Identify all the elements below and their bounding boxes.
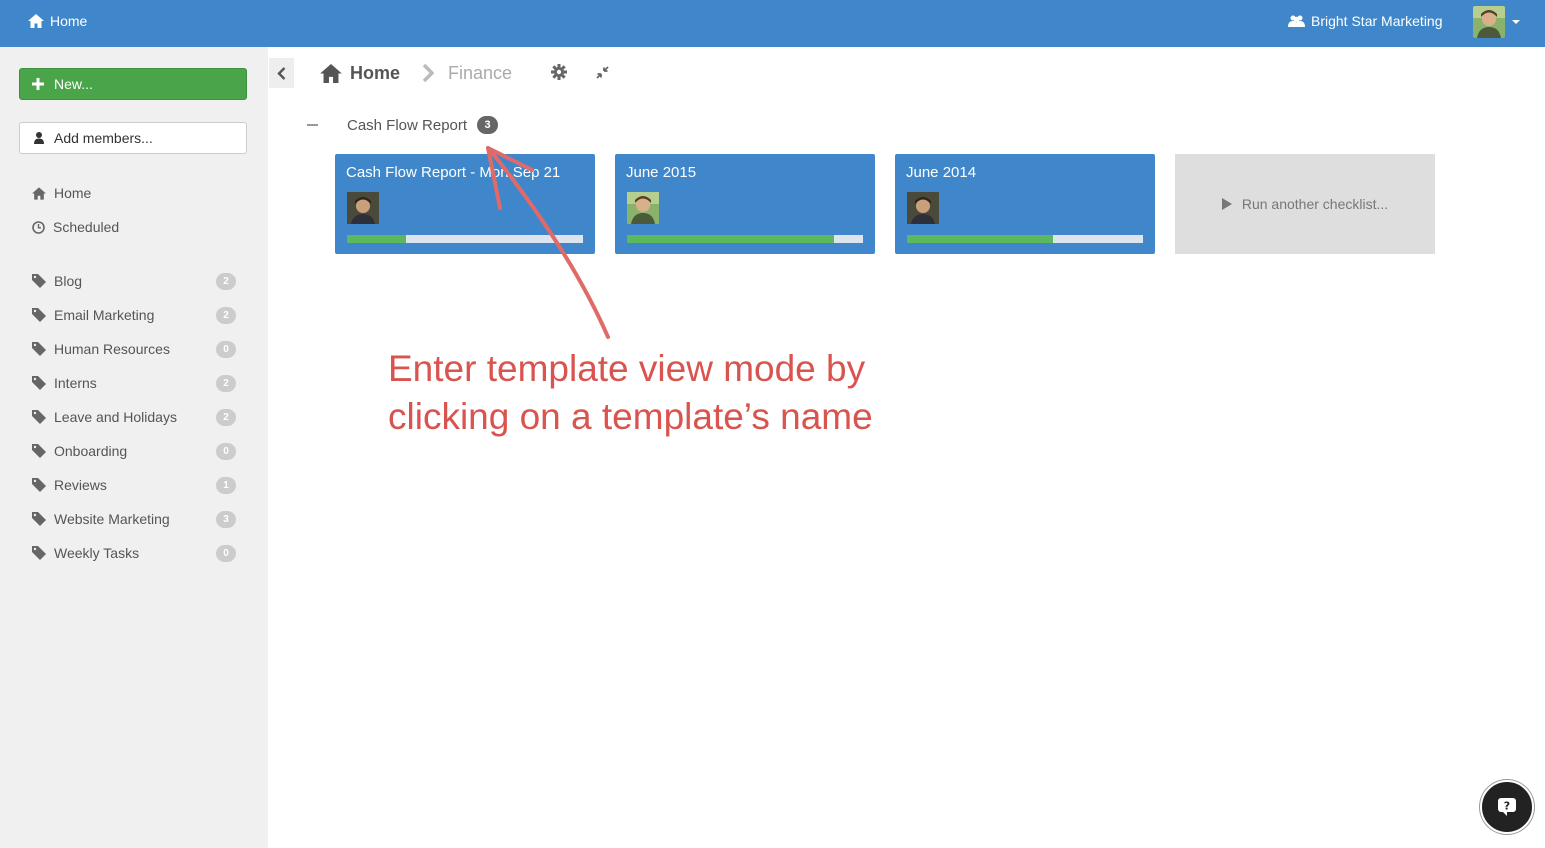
breadcrumb-home[interactable]: Home <box>320 63 400 84</box>
sidebar-tag-leave-and-holidays[interactable]: Leave and Holidays 2 <box>32 407 236 427</box>
help-icon: ? <box>1498 798 1516 816</box>
assignee-avatar <box>347 192 379 224</box>
clock-icon <box>32 220 45 234</box>
play-icon <box>1221 198 1232 210</box>
sidebar-tag-blog[interactable]: Blog 2 <box>32 271 236 291</box>
progress-bar <box>627 235 863 243</box>
run-another-checklist-button[interactable]: Run another checklist... <box>1175 154 1435 254</box>
tag-count-badge: 3 <box>216 510 236 528</box>
tag-count-badge: 2 <box>216 408 236 426</box>
plus-icon <box>32 78 44 90</box>
sidebar-tag-weekly-tasks[interactable]: Weekly Tasks 0 <box>32 543 236 563</box>
tag-icon <box>32 512 46 526</box>
sidebar-tag-email-marketing[interactable]: Email Marketing 2 <box>32 305 236 325</box>
annotation-arrow <box>486 146 610 339</box>
sidebar-item-scheduled[interactable]: Scheduled <box>32 217 236 237</box>
sidebar-tag-onboarding[interactable]: Onboarding 0 <box>32 441 236 461</box>
tag-label: Interns <box>54 375 97 391</box>
gear-icon <box>551 64 567 80</box>
compress-view-button[interactable] <box>596 66 609 84</box>
tag-label: Human Resources <box>54 341 170 357</box>
tag-icon <box>32 308 46 322</box>
add-members-button[interactable]: Add members... <box>19 122 247 154</box>
tag-icon <box>32 444 46 458</box>
collapse-sidebar-button[interactable] <box>269 58 294 88</box>
user-menu-caret-icon[interactable] <box>1512 20 1520 24</box>
users-icon <box>1288 15 1305 27</box>
topbar-home-label: Home <box>50 13 88 29</box>
user-avatar[interactable] <box>1473 6 1505 38</box>
tag-count-badge: 0 <box>216 340 236 358</box>
tag-label: Email Marketing <box>54 307 155 323</box>
annotation-line-2: clicking on a template’s name <box>388 396 873 437</box>
sidebar-tag-website-marketing[interactable]: Website Marketing 3 <box>32 509 236 529</box>
breadcrumb: Home Finance <box>320 60 512 86</box>
sidebar-tag-reviews[interactable]: Reviews 1 <box>32 475 236 495</box>
template-count-badge: 3 <box>477 116 499 134</box>
tag-count-badge: 2 <box>216 306 236 324</box>
tag-count-badge: 0 <box>216 442 236 460</box>
help-button[interactable]: ? <box>1480 780 1534 834</box>
breadcrumb-current[interactable]: Finance <box>448 63 512 84</box>
annotation-text: Enter template view mode by clicking on … <box>388 345 873 441</box>
home-icon <box>32 186 46 200</box>
tag-icon <box>32 342 46 356</box>
add-members-label: Add members... <box>54 130 153 146</box>
tag-label: Website Marketing <box>54 511 170 527</box>
sidebar-item-home[interactable]: Home <box>32 183 236 203</box>
folder-settings-button[interactable] <box>551 64 567 85</box>
tag-label: Blog <box>54 273 83 289</box>
run-another-label: Run another checklist... <box>1241 196 1389 212</box>
progress-fill <box>627 235 834 243</box>
chevron-right-icon <box>422 64 435 82</box>
sidebar-tag-human-resources[interactable]: Human Resources 0 <box>32 339 236 359</box>
tag-icon <box>32 410 46 424</box>
tag-label: Reviews <box>54 477 107 493</box>
org-switcher[interactable]: Bright Star Marketing <box>1288 13 1443 29</box>
chevron-left-icon <box>277 66 286 80</box>
tag-count-badge: 0 <box>216 544 236 562</box>
tag-count-badge: 2 <box>216 374 236 392</box>
checklist-title[interactable]: June 2014 <box>906 164 976 181</box>
tag-icon <box>32 546 46 560</box>
topbar-home-link[interactable]: Home <box>28 13 87 29</box>
home-icon <box>28 14 44 28</box>
compress-icon <box>596 66 609 79</box>
tag-icon <box>32 478 46 492</box>
new-button[interactable]: New... <box>19 68 247 100</box>
tag-icon <box>32 376 46 390</box>
progress-bar <box>907 235 1143 243</box>
user-icon <box>34 132 44 144</box>
sidebar: New... Add members... Home Scheduled Blo… <box>0 47 268 848</box>
progress-fill <box>907 235 1054 243</box>
tag-label: Onboarding <box>54 443 128 459</box>
tag-icon <box>32 274 46 288</box>
collapse-section-icon[interactable] <box>307 124 318 126</box>
tag-count-badge: 2 <box>216 272 236 290</box>
top-bar: Home Bright Star Marketing <box>0 0 1545 47</box>
svg-text:?: ? <box>1504 800 1510 813</box>
tag-count-badge: 1 <box>216 476 236 494</box>
checklist-card[interactable]: June 2015 <box>615 154 875 254</box>
home-icon <box>320 63 342 83</box>
tag-label: Weekly Tasks <box>54 545 140 561</box>
assignee-avatar <box>907 192 939 224</box>
assignee-avatar <box>627 192 659 224</box>
template-name[interactable]: Cash Flow Report <box>347 117 467 134</box>
annotation-line-1: Enter template view mode by <box>388 348 866 389</box>
org-name: Bright Star Marketing <box>1311 13 1443 29</box>
checklist-card[interactable]: June 2014 <box>895 154 1155 254</box>
breadcrumb-home-label: Home <box>350 62 401 83</box>
progress-fill <box>347 235 406 243</box>
template-name-link[interactable]: Cash Flow Report 3 <box>347 116 499 134</box>
tag-label: Leave and Holidays <box>54 409 177 425</box>
new-button-label: New... <box>54 76 93 92</box>
checklist-title[interactable]: June 2015 <box>626 164 696 181</box>
sidebar-item-label: Home <box>54 185 92 201</box>
sidebar-item-label: Scheduled <box>53 219 120 235</box>
sidebar-tag-interns[interactable]: Interns 2 <box>32 373 236 393</box>
